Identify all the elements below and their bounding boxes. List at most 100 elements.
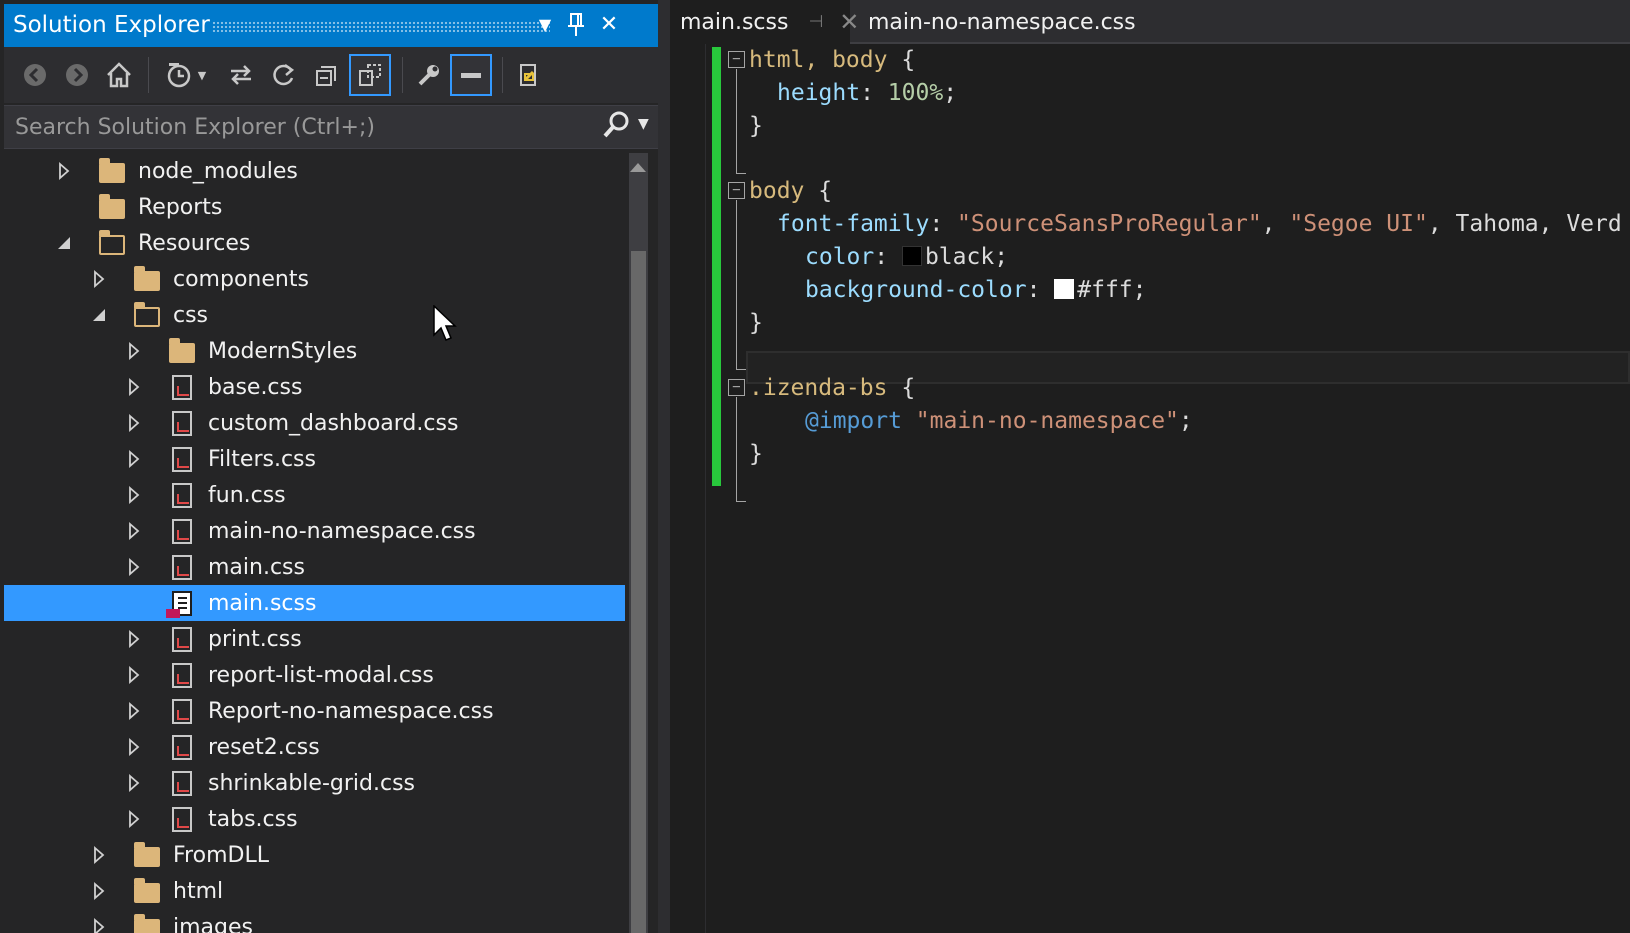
expand-arrow-icon[interactable] — [124, 513, 144, 549]
tree-item-label: Filters.css — [208, 446, 316, 472]
tree-item[interactable]: node_modules — [4, 153, 625, 189]
tree-item[interactable]: print.css — [4, 621, 625, 657]
filter-dropdown-icon[interactable]: ▼ — [192, 54, 212, 96]
code-line: @import "main-no-namespace"; — [805, 408, 1193, 434]
expand-arrow-icon[interactable] — [124, 477, 144, 513]
panel-splitter[interactable] — [658, 0, 670, 933]
css-file-icon — [168, 765, 196, 801]
close-tab-icon[interactable]: ✕ — [839, 8, 859, 36]
search-input[interactable] — [4, 106, 594, 148]
collapse-block-icon[interactable]: − — [728, 182, 745, 199]
tree-item[interactable]: fun.css — [4, 477, 625, 513]
solution-explorer-panel: Solution Explorer ▼ ✕ ▼ Search Solution … — [0, 0, 658, 933]
css-file-icon — [168, 369, 196, 405]
tree-item[interactable]: main.css — [4, 549, 625, 585]
css-file-icon — [168, 405, 196, 441]
expand-arrow-icon[interactable] — [89, 837, 109, 873]
search-options-dropdown-icon[interactable]: ▼ — [638, 116, 649, 132]
expand-arrow-icon[interactable] — [124, 333, 144, 369]
tree-item[interactable]: Reports — [4, 189, 625, 225]
expand-arrow-icon[interactable] — [124, 801, 144, 837]
code-editor[interactable]: − html, body { height: 100%; } − body { … — [670, 44, 1630, 933]
expand-arrow-icon[interactable] — [124, 369, 144, 405]
tree-item[interactable]: Report-no-namespace.css — [4, 693, 625, 729]
pin-tab-icon[interactable]: ⊣ — [808, 12, 823, 32]
tree-item[interactable]: ModernStyles — [4, 333, 625, 369]
color-swatch — [1054, 279, 1075, 299]
expand-arrow-icon[interactable] — [124, 765, 144, 801]
tree-item[interactable]: main.scss — [4, 585, 625, 621]
css-file-icon — [168, 657, 196, 693]
code-line: color: black; — [805, 244, 1009, 270]
back-icon[interactable] — [14, 54, 56, 96]
drag-grip[interactable] — [212, 21, 550, 32]
expand-arrow-icon[interactable] — [124, 549, 144, 585]
css-file-icon — [168, 441, 196, 477]
code-line: .izenda-bs { — [749, 375, 916, 401]
tree-vertical-scrollbar[interactable] — [629, 153, 648, 933]
home-icon[interactable] — [98, 54, 140, 96]
tree-item[interactable]: Resources — [4, 225, 625, 261]
tree-item[interactable]: css — [4, 297, 625, 333]
expand-arrow-icon[interactable] — [124, 405, 144, 441]
editor-margin — [670, 44, 706, 933]
tree-item[interactable]: html — [4, 873, 625, 909]
folder-icon — [168, 333, 196, 369]
expand-arrow-icon[interactable] — [89, 261, 109, 297]
tab-main-no-namespace-css[interactable]: main-no-namespace.css — [860, 0, 1140, 44]
window-position-dropdown-icon[interactable]: ▼ — [530, 9, 560, 41]
tree-item[interactable]: images — [4, 909, 625, 933]
scrollbar-thumb[interactable] — [631, 251, 646, 933]
show-all-files-icon[interactable] — [349, 54, 391, 96]
forward-icon[interactable] — [56, 54, 98, 96]
tree-item[interactable]: report-list-modal.css — [4, 657, 625, 693]
folder-icon — [133, 873, 161, 909]
preview-selected-items-icon[interactable] — [450, 54, 492, 96]
collapse-block-icon[interactable]: − — [728, 51, 745, 68]
expand-arrow-icon[interactable] — [89, 873, 109, 909]
close-icon[interactable]: ✕ — [594, 9, 624, 41]
tree-item[interactable]: components — [4, 261, 625, 297]
expand-arrow-icon[interactable] — [124, 729, 144, 765]
expand-arrow-icon[interactable] — [89, 909, 109, 933]
tree-item[interactable]: base.css — [4, 369, 625, 405]
tree-item[interactable]: reset2.css — [4, 729, 625, 765]
tree-item-label: components — [173, 266, 309, 292]
expand-arrow-icon[interactable] — [54, 153, 74, 189]
tab-main-scss[interactable]: main.scss ⊣ ✕ — [670, 0, 859, 44]
view-in-browser-icon[interactable] — [508, 54, 550, 96]
tree-item-label: css — [173, 302, 209, 328]
expand-arrow-icon[interactable] — [124, 621, 144, 657]
solution-explorer-search: ▼ — [4, 105, 658, 149]
collapse-all-icon[interactable] — [306, 54, 348, 96]
tree-item[interactable]: main-no-namespace.css — [4, 513, 625, 549]
tree-item[interactable]: tabs.css — [4, 801, 625, 837]
tree-item[interactable]: Filters.css — [4, 441, 625, 477]
collapse-arrow-icon[interactable] — [89, 297, 109, 333]
solution-tree: node_modules Reports Resources components cs… — [4, 153, 625, 933]
tree-item[interactable]: FromDLL — [4, 837, 625, 873]
refresh-icon[interactable] — [263, 54, 305, 96]
tree-item-label: reset2.css — [208, 734, 320, 760]
collapse-arrow-icon[interactable] — [54, 225, 74, 261]
tree-item-label: Report-no-namespace.css — [208, 698, 494, 724]
properties-wrench-icon[interactable] — [408, 54, 450, 96]
tree-item-label: custom_dashboard.css — [208, 410, 459, 436]
tree-item[interactable]: custom_dashboard.css — [4, 405, 625, 441]
tree-item-label: node_modules — [138, 158, 298, 184]
tree-item-label: Resources — [138, 230, 251, 256]
sync-with-active-document-icon[interactable] — [220, 54, 262, 96]
code-line: } — [749, 113, 763, 139]
pin-icon[interactable] — [561, 9, 591, 41]
panel-title: Solution Explorer — [13, 12, 210, 38]
tree-item[interactable]: shrinkable-grid.css — [4, 765, 625, 801]
scroll-up-icon[interactable] — [630, 163, 646, 172]
change-tracking-bar — [712, 47, 721, 486]
folder-open-icon — [98, 225, 126, 261]
search-icon[interactable] — [602, 110, 630, 147]
collapse-block-icon[interactable]: − — [728, 379, 745, 396]
expand-arrow-icon[interactable] — [124, 441, 144, 477]
css-file-icon — [168, 729, 196, 765]
expand-arrow-icon[interactable] — [124, 693, 144, 729]
expand-arrow-icon[interactable] — [124, 657, 144, 693]
